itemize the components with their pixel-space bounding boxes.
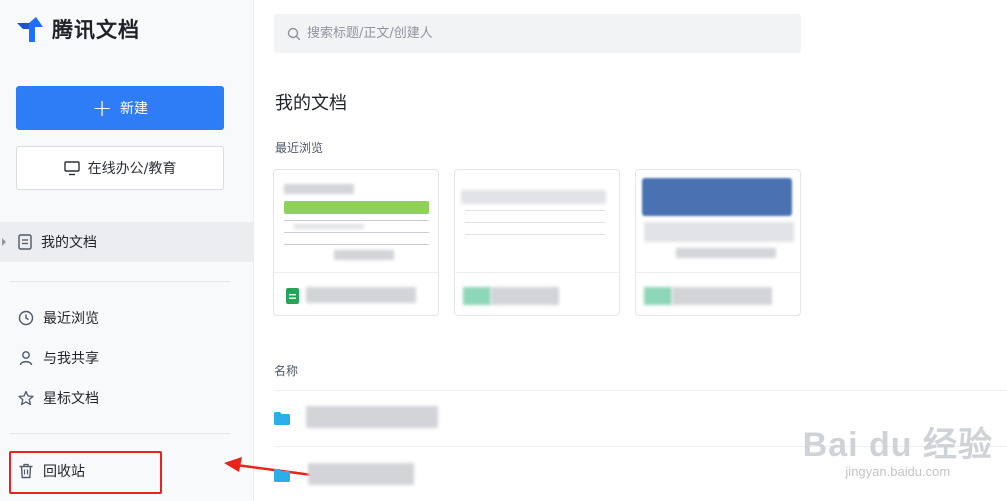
folder-icon	[274, 469, 290, 482]
sidebar-item-label: 最近浏览	[43, 311, 99, 327]
sidebar-item-trash[interactable]: 回收站	[0, 451, 253, 491]
sidebar-divider	[10, 281, 230, 282]
sidebar-item-label: 与我共享	[43, 351, 99, 367]
sidebar-item-label: 我的文档	[41, 235, 97, 251]
sidebar-item-label: 回收站	[43, 464, 85, 480]
doc-thumbnail	[274, 170, 438, 273]
sidebar: 腾讯文档 + 新建 在线办公/教育 我的文档 最近浏览 与我共享 星标文档 回收…	[0, 0, 254, 501]
sidebar-item-label: 星标文档	[43, 391, 99, 407]
recent-doc-card[interactable]	[635, 169, 801, 316]
sheet-icon	[286, 288, 299, 304]
online-office-label: 在线办公/教育	[87, 161, 177, 177]
recent-doc-card[interactable]	[273, 169, 439, 316]
doc-thumbnail	[636, 170, 800, 273]
thumbnail-header-bar	[284, 201, 429, 214]
sidebar-divider	[10, 433, 230, 434]
sidebar-item-starred[interactable]: 星标文档	[0, 378, 253, 418]
online-office-button[interactable]: 在线办公/教育	[16, 146, 224, 190]
recent-section-label: 最近浏览	[275, 141, 324, 155]
plus-icon: +	[91, 94, 113, 122]
clock-icon	[18, 310, 34, 326]
card-footer	[455, 274, 619, 315]
sidebar-item-my-docs[interactable]: 我的文档	[0, 222, 253, 262]
caret-right-icon	[2, 238, 6, 246]
trash-icon	[19, 463, 33, 479]
app-logo[interactable]: 腾讯文档	[16, 14, 140, 44]
folder-icon	[274, 412, 290, 425]
card-footer	[274, 274, 438, 315]
star-icon	[18, 390, 34, 406]
user-icon	[19, 351, 33, 366]
name-column-header: 名称	[274, 364, 299, 378]
watermark-sub: jingyan.baidu.com	[845, 464, 951, 479]
sidebar-item-shared[interactable]: 与我共享	[0, 338, 253, 378]
app-name: 腾讯文档	[52, 18, 140, 42]
doc-thumbnail	[455, 170, 619, 273]
watermark-main: Bai du 经验	[802, 426, 993, 464]
new-button[interactable]: + 新建	[16, 86, 224, 130]
baidu-jingyan-watermark: Bai du 经验 jingyan.baidu.com	[803, 417, 993, 479]
document-icon	[18, 234, 32, 250]
sidebar-item-recent[interactable]: 最近浏览	[0, 298, 253, 338]
new-button-label: 新建	[120, 101, 149, 117]
search-bar[interactable]	[274, 14, 801, 53]
card-footer	[636, 274, 800, 315]
recent-doc-card[interactable]	[454, 169, 620, 316]
search-icon	[287, 27, 301, 40]
page-title: 我的文档	[275, 93, 347, 114]
search-input[interactable]	[307, 26, 787, 41]
tencent-docs-logo-icon	[17, 17, 43, 42]
monitor-icon	[63, 160, 80, 175]
